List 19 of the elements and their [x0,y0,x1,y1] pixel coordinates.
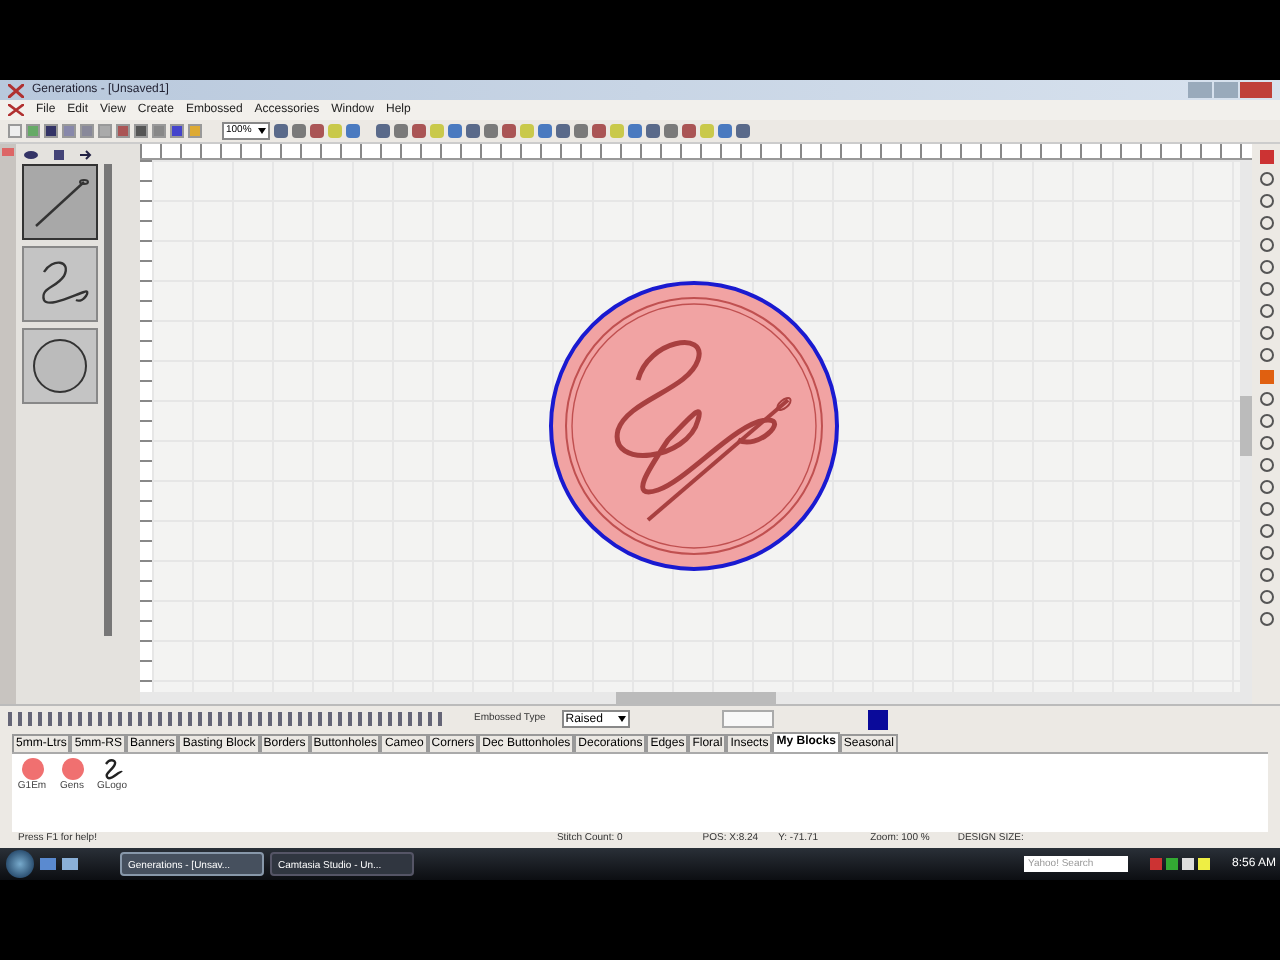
app-icon [8,83,24,97]
caret-icon [258,128,266,134]
layer-thumbnail[interactable] [22,328,98,404]
desktop-icon[interactable] [40,857,56,871]
squiggle-icon [101,758,123,780]
start-button[interactable] [6,850,34,878]
density-field[interactable] [721,710,774,728]
app-icon [8,104,24,116]
caret-icon [617,716,626,722]
eye-icon[interactable] [24,149,38,159]
color-swatch[interactable] [867,709,888,729]
scrollbar[interactable] [104,164,112,636]
layer-thumbnail[interactable] [22,246,98,322]
scrollbar[interactable] [140,692,1252,704]
layer-icon[interactable] [54,149,64,159]
scrollbar[interactable] [1240,160,1252,692]
right-arrow-icon[interactable] [80,149,92,159]
window-icon[interactable] [62,857,78,871]
layer-thumbnail[interactable] [22,164,98,240]
